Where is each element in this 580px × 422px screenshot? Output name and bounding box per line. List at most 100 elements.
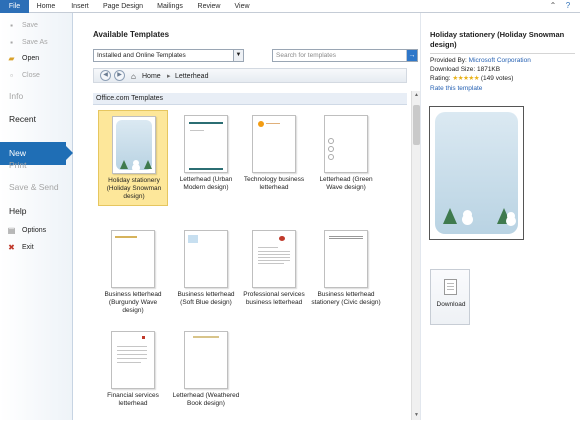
rating-stars-icon: ★★★★★ [452, 75, 480, 82]
exit-button[interactable]: ✖ Exit [0, 241, 73, 255]
template-details-pane: Holiday stationery (Holiday Snowman desi… [420, 13, 580, 420]
template-label: Letterhead (Urban Modern design) [179, 176, 233, 191]
template-thumbnail [324, 230, 368, 288]
download-label: Download [436, 301, 466, 308]
template-thumbnail [111, 331, 155, 389]
tab-file[interactable]: File [0, 0, 29, 13]
tab-view[interactable]: View [231, 1, 253, 13]
template-thumbnail [112, 116, 156, 174]
breadcrumb-separator-icon: ▸ [167, 73, 171, 80]
scrollbar-thumb[interactable] [413, 105, 420, 145]
snowman-art [116, 120, 152, 170]
home-icon: ⌂ [131, 72, 136, 81]
minimize-ribbon-icon[interactable]: ⌃ [548, 0, 558, 12]
options-button[interactable]: ▤ Options [0, 224, 73, 238]
save-as-icon: ▪ [10, 38, 13, 47]
tab-insert[interactable]: Insert [67, 1, 93, 13]
back-icon[interactable]: ◀ [100, 70, 111, 81]
template-label: Holiday stationery (Holiday Snowman desi… [106, 177, 162, 200]
help-icon[interactable]: ? [563, 0, 573, 12]
close-label: Close [22, 72, 40, 79]
recent-button[interactable]: Recent [0, 109, 73, 129]
template-tile-burgundy-wave[interactable]: Business letterhead (Burgundy Wave desig… [98, 225, 168, 321]
divider [430, 53, 575, 54]
template-label: Technology business letterhead [243, 176, 305, 191]
template-label: Business letterhead (Soft Blue design) [177, 291, 235, 306]
template-source-select[interactable]: Installed and Online Templates ▼ [93, 49, 244, 62]
section-header: Office.com Templates [93, 93, 407, 105]
exit-label: Exit [22, 244, 34, 251]
template-thumbnail [324, 115, 368, 173]
page-title: Available Templates [93, 30, 170, 39]
templates-scrollbar[interactable]: ▲ ▼ [411, 91, 420, 420]
templates-main: Available Templates Installed and Online… [74, 13, 420, 420]
template-thumbnail [252, 230, 296, 288]
tab-page-design[interactable]: Page Design [101, 1, 145, 13]
template-preview [429, 106, 524, 240]
snowman-art [435, 112, 518, 234]
search-icon[interactable]: → [406, 50, 417, 61]
template-title: Holiday stationery (Holiday Snowman desi… [430, 30, 565, 49]
info-button[interactable]: Info [0, 86, 73, 106]
template-thumbnail [184, 331, 228, 389]
forward-icon[interactable]: ▶ [114, 70, 125, 81]
print-button[interactable]: Print [0, 155, 73, 175]
open-button[interactable]: ▰ Open [0, 52, 73, 66]
exit-icon: ✖ [8, 243, 15, 252]
open-label: Open [22, 55, 40, 62]
template-label: Business letterhead (Burgundy Wave desig… [104, 291, 162, 314]
rating-label: Rating: [430, 75, 451, 82]
rating: Rating: ★★★★★ (149 votes) [430, 75, 513, 83]
close-button[interactable]: ▫ Close [0, 69, 73, 83]
template-label: Business letterhead stationery (Civic de… [311, 291, 381, 306]
help-button[interactable]: Help [0, 201, 73, 221]
template-thumbnail [184, 230, 228, 288]
breadcrumb-home[interactable]: Home [142, 71, 161, 82]
chevron-down-icon[interactable]: ▼ [233, 50, 243, 61]
template-tile-technology[interactable]: Technology business letterhead [239, 110, 309, 206]
template-thumbnail [252, 115, 296, 173]
provided-by: Provided By: Microsoft Corporation [430, 57, 531, 65]
save-as-label: Save As [22, 39, 48, 46]
breadcrumb: ◀ ▶ ⌂ Home ▸ Letterhead [93, 68, 407, 83]
template-tile-holiday-snowman[interactable]: Holiday stationery (Holiday Snowman desi… [98, 110, 168, 206]
template-tile-weathered-book[interactable]: Letterhead (Weathered Book design) [171, 326, 241, 422]
folder-icon: ▰ [8, 54, 15, 63]
save-icon: ▪ [10, 21, 13, 30]
provider-link[interactable]: Microsoft Corporation [469, 57, 531, 64]
template-thumbnail [184, 115, 228, 173]
template-source-value: Installed and Online Templates [97, 52, 186, 59]
template-tile-civic[interactable]: Business letterhead stationery (Civic de… [311, 225, 381, 321]
provided-by-label: Provided By: [430, 57, 467, 64]
download-icon [444, 279, 457, 295]
save-send-button[interactable]: Save & Send [0, 177, 73, 197]
template-tile-urban-modern[interactable]: Letterhead (Urban Modern design) [171, 110, 241, 206]
tab-home[interactable]: Home [33, 1, 59, 13]
ribbon-tabs: File Home Insert Page Design Mailings Re… [0, 0, 580, 13]
template-search-input[interactable]: Search for templates → [272, 49, 418, 62]
template-tile-green-wave[interactable]: Letterhead (Green Wave design) [311, 110, 381, 206]
template-label: Professional services business letterhea… [243, 291, 305, 306]
save-as-button[interactable]: ▪ Save As [0, 36, 73, 50]
template-label: Letterhead (Weathered Book design) [172, 392, 240, 407]
template-tile-financial-services[interactable]: Financial services letterhead [98, 326, 168, 422]
rate-template-link[interactable]: Rate this template [430, 85, 482, 93]
template-tile-soft-blue[interactable]: Business letterhead (Soft Blue design) [171, 225, 241, 321]
breadcrumb-letterhead: Letterhead [175, 73, 209, 80]
template-thumbnail [111, 230, 155, 288]
download-size: Download Size: 1871KB [430, 66, 501, 73]
template-label: Letterhead (Green Wave design) [319, 176, 373, 191]
options-label: Options [22, 227, 47, 234]
search-placeholder: Search for templates [276, 52, 336, 59]
backstage-sidebar: ▪ Save ▪ Save As ▰ Open ▫ Close Info Recent … [0, 13, 73, 420]
download-button[interactable]: Download [430, 269, 470, 325]
options-icon: ▤ [7, 226, 16, 235]
rating-votes: (149 votes) [480, 75, 514, 82]
template-label: Financial services letterhead [107, 392, 159, 407]
template-tile-professional-services[interactable]: Professional services business letterhea… [239, 225, 309, 321]
tab-mailings[interactable]: Mailings [154, 1, 186, 13]
save-button[interactable]: ▪ Save [0, 19, 73, 33]
tab-review[interactable]: Review [195, 1, 223, 13]
close-doc-icon: ▫ [10, 71, 13, 80]
save-label: Save [22, 22, 38, 29]
